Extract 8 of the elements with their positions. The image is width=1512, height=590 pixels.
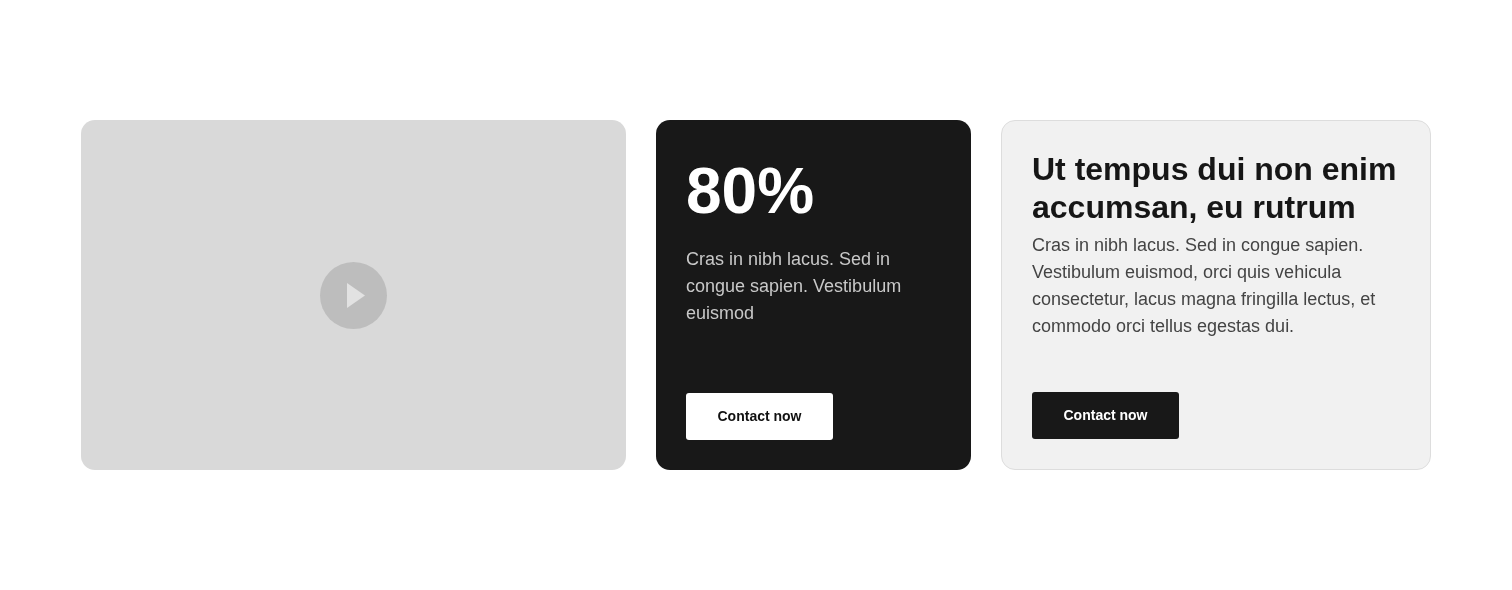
play-icon[interactable] xyxy=(320,261,387,329)
video-placeholder[interactable] xyxy=(81,120,626,470)
contact-button[interactable]: Contact now xyxy=(686,393,833,440)
card-text: Cras in nibh lacus. Sed in congue sapien. Vestibulum euismod xyxy=(686,248,903,325)
card-heading: Ut tempus dui non enim accumsan, eu rutrum xyxy=(1032,150,1398,226)
card-text: Cras in nibh lacus. Sed in congue sapien. Vestibulum euismod, orci quis vehicula consectetur, lacus magna fringilla lectus, et commodo orci tellus egestas dui. xyxy=(1032,234,1377,338)
stat-value: 80% xyxy=(686,156,816,226)
contact-button[interactable]: Contact now xyxy=(1032,392,1179,439)
